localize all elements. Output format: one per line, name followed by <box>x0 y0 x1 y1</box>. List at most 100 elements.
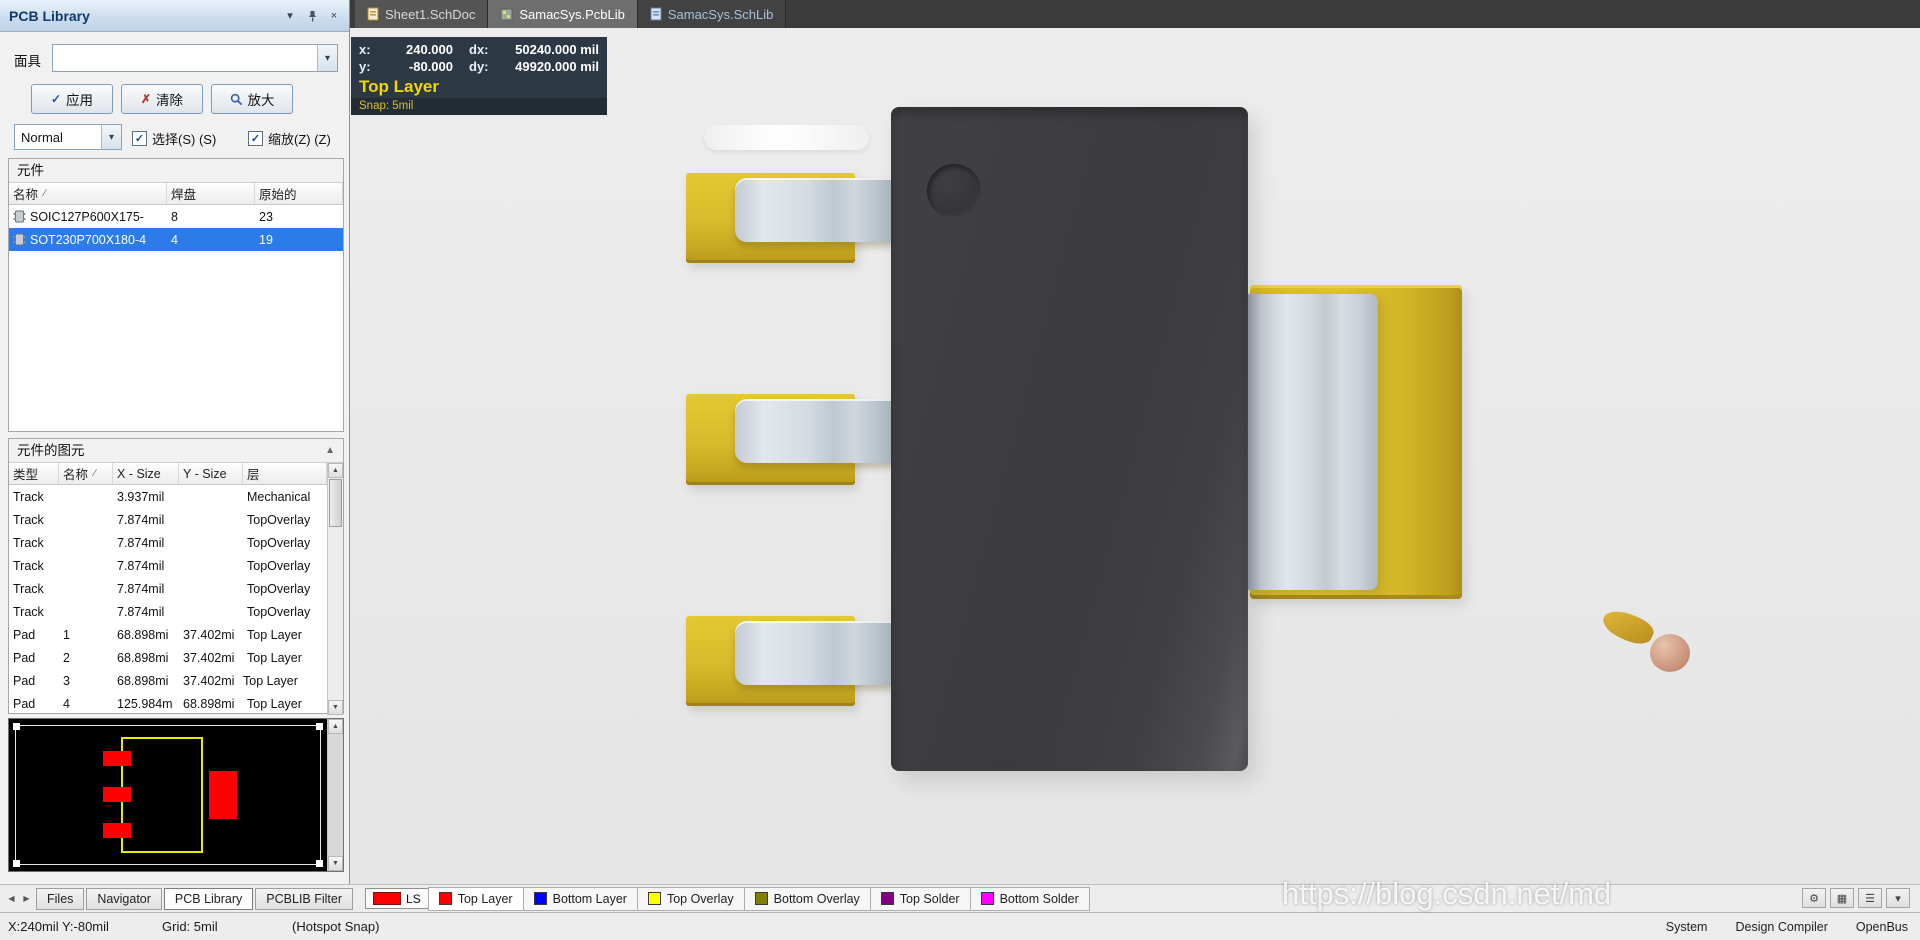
component-row[interactable]: SOIC127P600X175- 8 23 <box>9 205 343 228</box>
status-bar: X:240mil Y:-80mil Grid: 5mil (Hotspot Sn… <box>0 912 1920 940</box>
scroll-down-icon[interactable]: ▼ <box>328 700 343 715</box>
bottom-tab-strip: ◀ ▶ Files Navigator PCB Library PCBLIB F… <box>0 884 1920 912</box>
hud-y-value: -80.000 <box>408 59 453 74</box>
hud-x-value: 240.000 <box>406 42 453 57</box>
lead-1 <box>735 178 895 242</box>
layer-tab-bottom-solder[interactable]: Bottom Solder <box>969 886 1090 911</box>
apply-button[interactable]: ✓ 应用 <box>31 84 113 114</box>
primitive-row[interactable]: Pad 3 68.898mi 37.402mi Top Layer <box>9 669 327 692</box>
preview-canvas[interactable] <box>9 719 327 871</box>
zoom-mask-checkbox[interactable]: ✓ 缩放(Z) (Z) <box>248 129 331 148</box>
panel-tab-files[interactable]: Files <box>36 887 85 910</box>
panel-pin-button[interactable] <box>303 7 321 25</box>
tabs-scroll-right-button[interactable]: ▶ <box>19 889 34 909</box>
panel-menu-button[interactable]: ▾ <box>281 7 299 25</box>
primitive-row[interactable]: Track 7.874mil TopOverlay <box>9 554 327 577</box>
component-name: SOIC127P600X175- <box>30 209 144 224</box>
layer-tab-bottom-overlay[interactable]: Bottom Overlay <box>743 886 871 911</box>
layer-color-swatch <box>533 892 547 905</box>
more-options-button[interactable]: ▾ <box>1886 888 1910 908</box>
primitive-row[interactable]: Track 7.874mil TopOverlay <box>9 531 327 554</box>
checkbox-check-icon: ✓ <box>248 131 263 146</box>
column-header-name[interactable]: 名称 ∕ <box>9 183 167 204</box>
gear-icon: ⚙ <box>1809 892 1819 905</box>
primitive-row[interactable]: Pad 4 125.984m 68.898mi Top Layer <box>9 692 327 715</box>
system-panels-button[interactable]: System <box>1666 920 1708 934</box>
column-header-layer[interactable]: 层 <box>243 463 327 484</box>
components-column-headers: 名称 ∕ 焊盘 原始的 <box>9 183 343 205</box>
settings-button[interactable]: ⚙ <box>1802 888 1826 908</box>
select-mask-checkbox[interactable]: ✓ 选择(S) (S) <box>132 129 216 148</box>
primitives-scrollbar[interactable]: ▲ ▼ <box>327 463 343 715</box>
mask-combobox[interactable]: ▾ <box>52 44 338 72</box>
column-header-y-size[interactable]: Y - Size <box>179 463 243 484</box>
column-header-primitives[interactable]: 原始的 <box>255 183 343 204</box>
clear-button[interactable]: ✗ 清除 <box>121 84 203 114</box>
tab-samacsys-pcblib[interactable]: SamacSys.PcbLib <box>488 0 638 28</box>
preview-corner <box>316 723 323 730</box>
layer-color-swatch <box>647 892 661 905</box>
footprint-preview[interactable]: ▲ ▼ <box>8 718 344 872</box>
preview-scrollbar[interactable]: ▲ ▼ <box>327 719 343 871</box>
hud-active-layer: Top Layer <box>359 77 439 96</box>
view-mode-select[interactable]: Normal ▾ <box>14 124 122 150</box>
view-options-button[interactable]: ☰ <box>1858 888 1882 908</box>
preview-pad-4 <box>209 771 237 819</box>
column-header-pads[interactable]: 焊盘 <box>167 183 255 204</box>
panel-tab-pcblib-filter[interactable]: PCBLIB Filter <box>255 887 354 910</box>
tab-samacsys-schlib[interactable]: SamacSys.SchLib <box>637 0 787 28</box>
preview-corner <box>316 860 323 867</box>
layer-tab-top-overlay[interactable]: Top Overlay <box>636 886 745 911</box>
primitive-row[interactable]: Track 7.874mil TopOverlay <box>9 577 327 600</box>
pcb-3d-viewport[interactable]: x: 240.000 dx: 50240.000 mil y: -80.000 … <box>350 28 1920 884</box>
document-tabbar: Sheet1.SchDoc SamacSys.PcbLib SamacSys.S… <box>350 0 1920 28</box>
primitive-row[interactable]: Pad 1 68.898mi 37.402mi Top Layer <box>9 623 327 646</box>
tab-sheet1-schdoc[interactable]: Sheet1.SchDoc <box>355 0 489 28</box>
layer-tab-top-solder[interactable]: Top Solder <box>869 886 971 911</box>
chevron-down-icon[interactable]: ▾ <box>101 125 121 149</box>
column-header-type[interactable]: 类型 <box>9 463 59 484</box>
layer-tab-top-layer[interactable]: Top Layer <box>427 886 524 911</box>
primitive-row[interactable]: Track 7.874mil TopOverlay <box>9 600 327 623</box>
layer-color-swatch <box>438 892 452 905</box>
primitive-row[interactable]: Pad 2 68.898mi 37.402mi Top Layer <box>9 646 327 669</box>
tab-label: SamacSys.SchLib <box>667 6 774 22</box>
nav-widget-cone[interactable] <box>1598 604 1658 650</box>
clear-button-label: 清除 <box>156 93 184 108</box>
scrollbar-thumb[interactable] <box>329 479 342 527</box>
scroll-up-icon[interactable]: ▲ <box>328 463 343 478</box>
component-row-selected[interactable]: SOT230P700X180-4 4 19 <box>9 228 343 251</box>
current-layer-swatch <box>373 892 402 905</box>
primitives-section-title: 元件的图元 <box>17 443 85 458</box>
scroll-down-icon[interactable]: ▼ <box>328 856 343 871</box>
panel-tab-pcb-library[interactable]: PCB Library <box>163 887 254 910</box>
preview-pad-2 <box>103 787 131 802</box>
chevron-down-icon: ▾ <box>1895 892 1901 905</box>
magnify-button[interactable]: 放大 <box>211 84 293 114</box>
column-header-name[interactable]: 名称 ∕ <box>59 463 113 484</box>
footprint-icon <box>13 210 26 223</box>
column-header-x-size[interactable]: X - Size <box>113 463 179 484</box>
layer-sets-button[interactable]: LS <box>365 888 429 909</box>
hud-dy-label: dy: <box>469 59 489 74</box>
grid-options-button[interactable]: ▦ <box>1830 888 1854 908</box>
chevron-down-icon[interactable]: ▾ <box>317 45 337 71</box>
panel-close-button[interactable]: × <box>325 7 343 25</box>
panel-tab-navigator[interactable]: Navigator <box>86 887 162 910</box>
primitive-row[interactable]: Track 3.937mil Mechanical <box>9 485 327 508</box>
schlib-icon <box>650 7 662 21</box>
panel-title: PCB Library <box>9 7 90 24</box>
view-mode-value: Normal <box>21 129 63 145</box>
scroll-up-icon[interactable]: ▲ <box>328 719 343 734</box>
openbus-panels-button[interactable]: OpenBus <box>1856 920 1908 934</box>
design-compiler-panels-button[interactable]: Design Compiler <box>1735 920 1827 934</box>
grid-icon: ▦ <box>1836 892 1848 905</box>
component-name: SOT230P700X180-4 <box>30 232 147 247</box>
collapse-icon[interactable]: ▲ <box>325 439 335 462</box>
primitive-row[interactable]: Track 7.874mil TopOverlay <box>9 508 327 531</box>
hud-dx-value: 50240.000 mil <box>515 42 599 57</box>
layer-tab-bottom-layer[interactable]: Bottom Layer <box>522 886 638 911</box>
tabs-scroll-left-button[interactable]: ◀ <box>4 889 19 909</box>
primitives-column-headers: 类型 名称 ∕ X - Size Y - Size 层 <box>9 463 327 485</box>
nav-widget-sphere[interactable] <box>1650 634 1690 672</box>
